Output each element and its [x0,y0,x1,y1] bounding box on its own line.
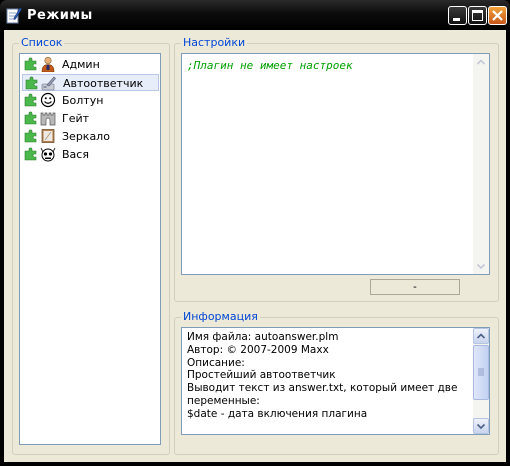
scroll-thumb[interactable] [473,345,489,400]
info-group-title: Информация [181,310,260,323]
grip-icon [478,368,484,376]
scroll-up-button[interactable] [473,328,489,344]
info-line: Описание: [187,356,245,369]
plugin-puzzle-icon [24,57,38,71]
list-item-mirror[interactable]: Зеркало [22,128,159,145]
minimize-icon [453,18,460,21]
maximize-button[interactable] [468,6,487,25]
plugin-puzzle-icon [24,129,38,143]
info-line: $date - дата включения плагина [187,407,368,420]
settings-scrollbar[interactable] [473,54,489,274]
chevron-up-icon [476,333,486,339]
plugin-puzzle-icon [24,111,38,125]
minimize-button[interactable] [448,6,467,25]
status-field: - [370,279,460,295]
list-item-label: Вася [62,148,89,161]
settings-editor-text: ;Плагин не имеет настроек [187,59,353,72]
info-textbox[interactable]: Имя файла: autoanswer.plm Автор: © 2007-… [181,327,490,435]
info-line: Автор: © 2007-2009 Maxx [187,343,329,356]
info-scrollbar[interactable] [473,328,489,434]
list-item-chatterbox[interactable]: Болтун [22,92,159,109]
plugin-puzzle-icon [24,93,38,107]
list-item-gate[interactable]: Гейт [22,110,159,127]
info-line: Имя файла: autoanswer.plm [187,331,339,343]
settings-group-title: Настройки [181,36,248,49]
modes-window: Режимы Список Админ Автоответчик Болтун … [0,0,510,466]
admin-person-icon [40,56,56,73]
list-item-label: Зеркало [62,130,110,143]
plugin-puzzle-icon [24,147,38,161]
info-line: Простейший автоответчик [187,369,336,382]
info-lines: Имя файла: autoanswer.plm Автор: © 2007-… [187,331,471,421]
chevron-down-icon [476,263,486,270]
list-item-label: Админ [62,58,100,71]
info-line: переменные: [187,394,260,407]
list-item-label: Болтун [62,94,104,107]
window-title: Режимы [27,8,93,23]
list-item-vasya[interactable]: Вася [22,146,159,163]
list-item-label: Гейт [62,112,90,125]
list-item-label: Автоответчик [63,77,144,90]
list-item-autoanswer[interactable]: Автоответчик [22,74,159,91]
scroll-down-button[interactable] [473,418,489,434]
plugin-puzzle-icon [25,76,39,90]
robot-face-icon [40,146,56,162]
chevron-up-icon [476,59,486,65]
chevron-down-icon [476,423,486,430]
scroll-down-button[interactable] [473,258,489,274]
castle-gate-icon [40,110,56,126]
mirror-icon [40,128,56,144]
close-icon [492,10,503,21]
close-button[interactable] [488,6,507,25]
modes-listbox[interactable]: Админ Автоответчик Болтун Гейт Зеркало В… [19,53,161,445]
title-bar[interactable]: Режимы [0,0,510,30]
maximize-icon [472,10,483,21]
scroll-up-button[interactable] [473,54,489,70]
info-line: Выводит текст из answer.txt, который име… [187,382,458,395]
window-client-area: Список Админ Автоответчик Болтун Гейт Зе… [4,30,506,462]
list-group-title: Список [19,36,65,49]
smiley-icon [40,92,56,108]
notepad-icon [6,6,22,24]
answering-machine-icon [41,75,57,91]
list-item-admin[interactable]: Админ [22,56,159,73]
settings-editor[interactable]: ;Плагин не имеет настроек [181,53,490,275]
